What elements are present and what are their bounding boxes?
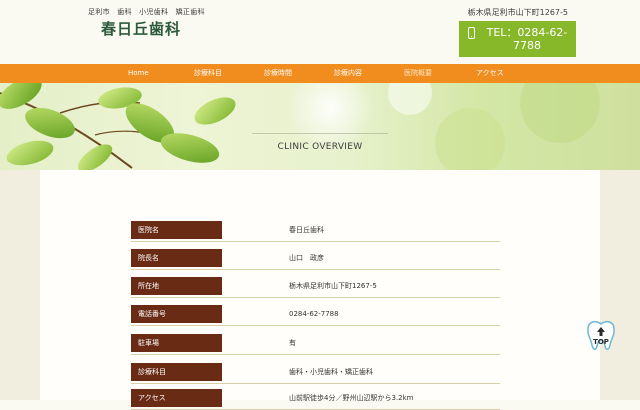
info-label: アクセス [131,389,222,407]
info-row-phone: 電話番号 0284-62-7788 [131,305,500,326]
info-label: 所在地 [131,277,222,295]
nav-home[interactable]: Home [128,64,149,83]
site-header: 足利市 歯科 小児歯科 矯正歯科 春日丘歯科 栃木県足利市山下町1267-5 T… [0,0,640,64]
phone-icon [468,27,475,39]
info-value: 春日丘歯科 [289,226,324,234]
nav-treatment-subjects[interactable]: 診療科目 [194,64,222,83]
header-tagline: 足利市 歯科 小児歯科 矯正歯科 [88,8,205,16]
info-value[interactable]: 0284-62-7788 [289,305,339,323]
main-nav: Home 診療科目 診療時間 診療内容 医院概要 アクセス [0,64,640,83]
info-row-clinic-name: 医院名 春日丘歯科 [131,221,500,242]
info-value: 栃木県足利市山下町1267-5 [289,282,377,290]
info-value: 歯科・小児歯科・矯正歯科 [289,368,373,376]
info-value: 有 [289,339,296,347]
info-value: 山前駅徒歩4分／野州山辺駅から3.2km [289,394,414,402]
nav-hours[interactable]: 診療時間 [264,64,292,83]
info-label: 診療科目 [131,363,222,381]
tel-button[interactable]: TEL：0284-62-7788 [459,21,576,57]
clinic-logo[interactable]: 春日丘歯科 [101,18,181,39]
info-label: 院長名 [131,249,222,267]
hero-banner: CLINIC OVERVIEW [0,83,640,170]
hero-divider [252,133,388,134]
leaf-branch-decoration [0,83,600,170]
back-to-top-button[interactable]: TOP [586,319,616,353]
nav-clinic-overview[interactable]: 医院概要 [404,64,432,83]
info-row-parking: 駐車場 有 [131,334,500,355]
info-value: 山口 政彦 [289,254,324,262]
page-title: CLINIC OVERVIEW [277,142,363,152]
tel-label: TEL：0284-62-7788 [486,26,568,52]
top-label: TOP [593,338,609,346]
info-row-departments: 診療科目 歯科・小児歯科・矯正歯科 [131,363,500,384]
info-row-director: 院長名 山口 政彦 [131,249,500,270]
tooth-top-icon [587,320,615,350]
nav-access[interactable]: アクセス [476,64,504,83]
info-row-address: 所在地 栃木県足利市山下町1267-5 [131,277,500,298]
info-label: 電話番号 [131,305,222,323]
info-label: 医院名 [131,221,222,239]
header-address: 栃木県足利市山下町1267-5 [467,8,568,17]
nav-treatment-details[interactable]: 診療内容 [334,64,362,83]
info-label: 駐車場 [131,334,222,352]
